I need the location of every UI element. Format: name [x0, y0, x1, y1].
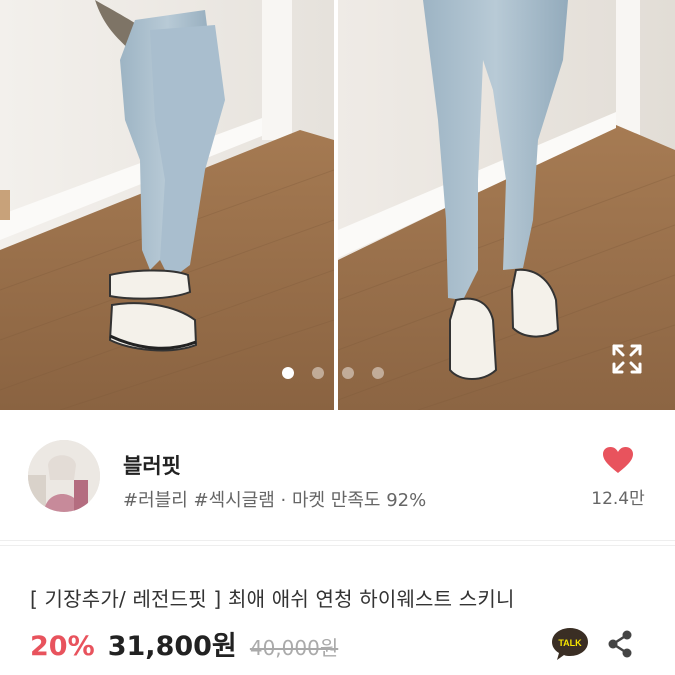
share-icon[interactable] [605, 628, 635, 660]
price-row: 20% 31,800원 40,000원 [30, 624, 338, 663]
like-button[interactable]: 12.4만 [583, 446, 653, 509]
expand-icon[interactable] [610, 342, 644, 376]
carousel-dot-3[interactable] [342, 367, 354, 379]
like-count: 12.4만 [591, 489, 645, 509]
sale-price: 31,800원 [107, 631, 237, 662]
kakao-talk-button[interactable]: TALK [550, 626, 590, 662]
discount-rate: 20% [30, 631, 95, 662]
carousel-dot-4[interactable] [372, 367, 384, 379]
talk-label: TALK [558, 638, 582, 648]
seller-tags: #러블리 #섹시글램 · 마켓 만족도 92% [123, 490, 427, 511]
section-divider [0, 545, 675, 546]
carousel-dot-2[interactable] [312, 367, 324, 379]
heart-icon [603, 447, 633, 473]
product-photo-1 [0, 0, 334, 410]
original-price: 40,000원 [249, 636, 339, 660]
seller-section: 블러핏 #러블리 #섹시글램 · 마켓 만족도 92% 12.4만 [0, 410, 675, 541]
seller-avatar[interactable] [28, 440, 100, 512]
seller-name[interactable]: 블러핏 [123, 450, 181, 480]
carousel-pagination [282, 364, 384, 383]
product-title: [ 기장추가/ 레전드핏 ] 최애 애쉬 연청 하이웨스트 스키니 [30, 587, 515, 611]
carousel-dot-1[interactable] [282, 367, 294, 379]
product-image-carousel[interactable] [0, 0, 675, 410]
